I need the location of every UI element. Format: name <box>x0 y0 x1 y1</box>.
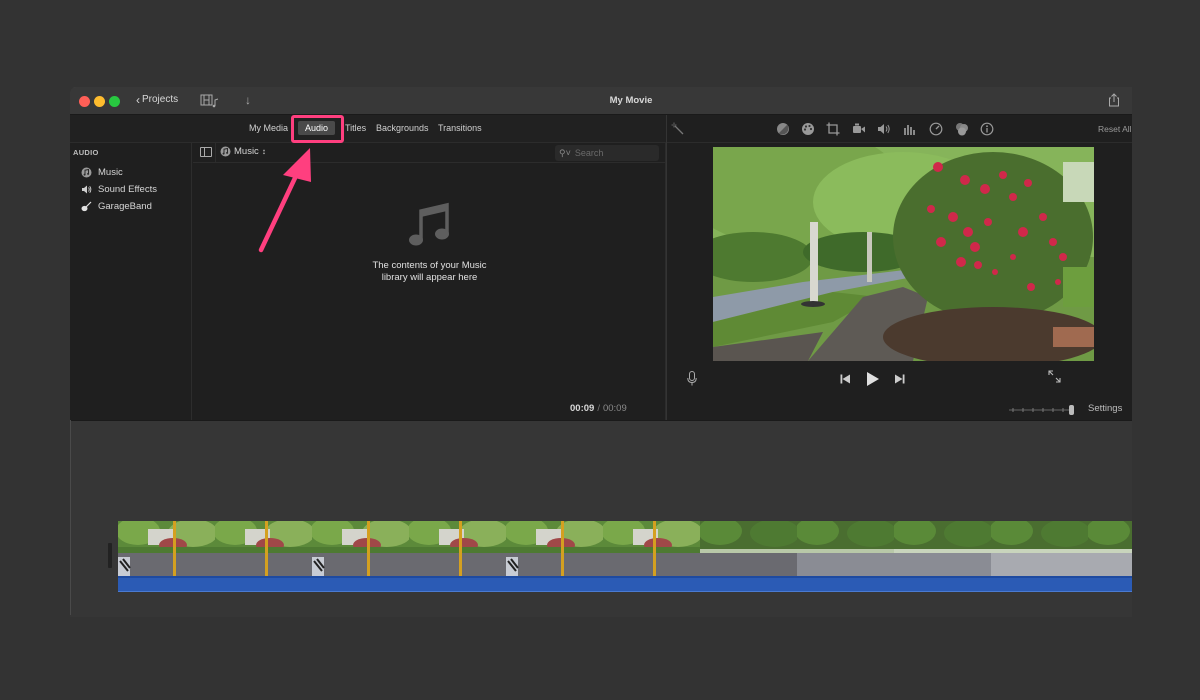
filmstrip-frame <box>1088 521 1132 576</box>
filmstrip-frame <box>991 521 1088 576</box>
zoom-slider-thumb[interactable] <box>1069 405 1074 415</box>
search-input[interactable] <box>574 148 655 158</box>
skip-forward-icon[interactable] <box>894 374 905 384</box>
sidebar-toggle-icon[interactable] <box>200 147 212 157</box>
share-icon[interactable] <box>1108 93 1120 107</box>
timecode-display: 00:09/00:09 <box>570 403 627 414</box>
filmstrip-frame <box>409 521 506 576</box>
sidebar-item-sound-effects[interactable]: Sound Effects <box>81 184 157 195</box>
sidebar-header: AUDIO <box>73 148 99 157</box>
reset-all-button[interactable]: Reset All <box>1098 124 1132 134</box>
video-preview[interactable] <box>713 147 1094 361</box>
content-toolbar: Music ↕ ⚲˅ <box>193 143 666 163</box>
empty-state-line-1: The contents of your Music <box>372 260 487 271</box>
settings-button[interactable]: Settings <box>1088 403 1122 414</box>
speed-icon[interactable] <box>929 122 943 136</box>
audio-source-value: Music <box>234 146 259 157</box>
filmstrip-frame <box>506 521 603 576</box>
color-correction-icon[interactable] <box>801 122 815 136</box>
time-separator: / <box>597 403 600 414</box>
filmstrip-frame <box>894 521 991 576</box>
total-time: 00:09 <box>602 403 627 414</box>
filmstrip-frame <box>603 521 700 576</box>
volume-icon[interactable] <box>877 122 891 136</box>
audio-source-select[interactable]: Music ↕ <box>220 146 266 157</box>
window-title: My Movie <box>609 95 653 106</box>
sidebar-item-label: Music <box>98 167 123 178</box>
viewer-panel: Reset All Settings <box>667 115 1132 420</box>
skip-back-icon[interactable] <box>840 374 851 384</box>
guitar-icon <box>81 201 92 212</box>
filmstrip-frame <box>797 521 894 576</box>
fullscreen-icon[interactable] <box>1048 370 1061 383</box>
tab-backgrounds[interactable]: Backgrounds <box>376 123 429 133</box>
filmstrip-frame <box>215 521 312 576</box>
empty-state: The contents of your Music library will … <box>193 201 666 284</box>
search-field[interactable]: ⚲˅ <box>555 145 659 161</box>
browser-tabs: My Media Audio Titles Backgrounds Transi… <box>70 115 666 143</box>
video-frame-image <box>713 147 1094 361</box>
magic-wand-icon[interactable] <box>671 122 685 136</box>
filmstrip-frame <box>118 521 215 576</box>
stabilization-icon[interactable] <box>852 122 866 136</box>
adjustments-toolbar: Reset All <box>667 115 1132 143</box>
filmstrip-frame <box>312 521 409 576</box>
filmstrip-frame <box>700 521 797 576</box>
sidebar-item-label: Sound Effects <box>98 184 157 195</box>
sidebar-item-garageband[interactable]: GarageBand <box>81 201 152 212</box>
speaker-icon <box>81 184 92 195</box>
clip-filter-icon[interactable] <box>955 122 969 136</box>
timeline-panel <box>70 420 1132 617</box>
info-icon[interactable] <box>980 122 994 136</box>
sidebar-item-label: GarageBand <box>98 201 152 212</box>
sidebar-item-music[interactable]: Music <box>81 167 123 178</box>
search-icon: ⚲˅ <box>559 147 571 158</box>
music-circle-icon <box>220 146 231 157</box>
tab-my-media[interactable]: My Media <box>249 123 288 133</box>
play-icon[interactable] <box>866 371 880 387</box>
clip-filmstrip <box>118 521 1132 576</box>
empty-state-line-2: library will appear here <box>381 272 478 283</box>
toolbar-divider <box>215 143 216 163</box>
media-browser-panel: My Media Audio Titles Backgrounds Transi… <box>70 115 666 420</box>
window-border <box>70 420 71 615</box>
tab-titles[interactable]: Titles <box>345 123 366 133</box>
color-balance-icon[interactable] <box>776 122 790 136</box>
imovie-window: ‹ Projects ↓ My Movie My Media Audio Tit… <box>70 87 1132 617</box>
audio-content-area: Music ↕ ⚲˅ The contents of your Music li… <box>193 143 666 420</box>
tab-transitions[interactable]: Transitions <box>438 123 482 133</box>
microphone-icon[interactable] <box>687 371 697 386</box>
playback-controls <box>667 365 1132 391</box>
updown-chevron-icon: ↕ <box>261 146 266 156</box>
clip-trim-handle[interactable] <box>108 543 112 568</box>
timeline-zoom-slider[interactable] <box>1009 405 1075 415</box>
current-time: 00:09 <box>570 403 595 414</box>
clip-audio-waveform[interactable] <box>118 576 1132 592</box>
annotation-highlight-box <box>291 115 344 143</box>
equalizer-icon[interactable] <box>903 122 917 136</box>
title-bar: ‹ Projects ↓ My Movie <box>70 87 1132 115</box>
video-clip[interactable] <box>118 521 1132 593</box>
music-note-icon <box>408 202 449 246</box>
crop-icon[interactable] <box>826 122 840 136</box>
audio-sidebar: AUDIO Music Sound Effects GarageBand <box>70 143 192 420</box>
music-circle-icon <box>81 167 92 178</box>
